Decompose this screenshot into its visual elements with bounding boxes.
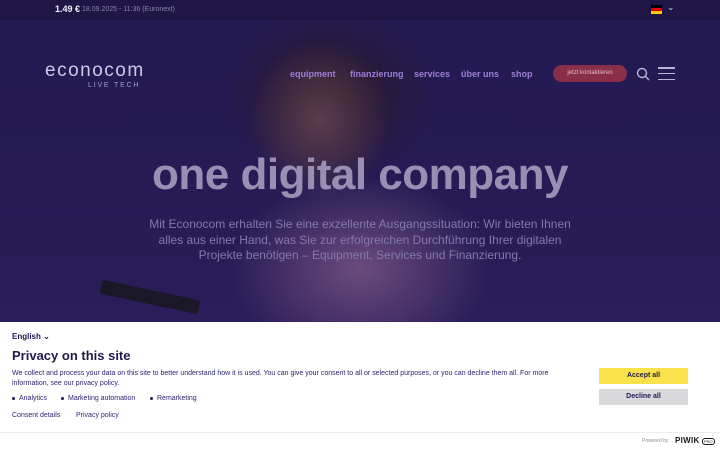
hero-section: econocom LIVE TECH equipment finanzierun… bbox=[0, 20, 720, 322]
privacy-policy-link[interactable]: Privacy policy bbox=[76, 412, 119, 419]
bullet-icon bbox=[12, 396, 15, 400]
consent-banner: English ⌄ Privacy on this site We collec… bbox=[0, 322, 720, 432]
nav-item-services[interactable]: services bbox=[414, 69, 450, 79]
powered-by-label: Powered by bbox=[642, 438, 669, 444]
bullet-icon bbox=[61, 396, 64, 400]
consent-description: We collect and process your data on this… bbox=[12, 370, 549, 387]
accept-all-button[interactable]: Accept all bbox=[599, 368, 688, 384]
stock-ticker-bar: 1.49 € 18.09.2025 - 11:36 (Euronext) ⌄ bbox=[0, 0, 720, 20]
nav-item-finanzierung[interactable]: finanzierung bbox=[350, 69, 404, 79]
hamburger-menu-icon[interactable] bbox=[658, 67, 675, 81]
hero-headline: one digital company bbox=[152, 150, 568, 199]
piwik-pro-badge: PRO bbox=[702, 438, 715, 445]
econocom-logo[interactable]: econocom LIVE TECH bbox=[45, 60, 145, 89]
nav-item-ueber-uns[interactable]: über uns bbox=[461, 69, 499, 79]
purpose-remarketing: Remarketing bbox=[150, 395, 197, 402]
piwik-logo: PIWIK bbox=[675, 436, 700, 445]
german-flag-icon[interactable] bbox=[651, 5, 662, 14]
contact-button[interactable]: jetzt kontaktieren bbox=[553, 65, 627, 82]
nav-item-equipment[interactable]: equipment bbox=[290, 69, 336, 79]
chevron-down-icon[interactable]: ⌄ bbox=[667, 2, 675, 13]
bullet-icon bbox=[150, 396, 153, 400]
purpose-analytics: Analytics bbox=[12, 395, 47, 402]
language-label: English bbox=[12, 332, 41, 341]
language-selector[interactable]: English ⌄ bbox=[12, 332, 50, 341]
nav-item-shop[interactable]: shop bbox=[511, 69, 533, 79]
logo-wordmark: econocom bbox=[45, 60, 145, 81]
stock-timestamp: 18.09.2025 - 11:36 (Euronext) bbox=[82, 6, 175, 13]
search-icon[interactable] bbox=[636, 67, 650, 81]
consent-title: Privacy on this site bbox=[12, 348, 131, 363]
chevron-down-icon: ⌄ bbox=[43, 332, 50, 341]
purpose-marketing-automation: Marketing automation bbox=[61, 395, 135, 402]
consent-details-link[interactable]: Consent details bbox=[12, 412, 60, 419]
consent-footer: Powered by PIWIK PRO bbox=[0, 432, 720, 450]
decline-all-button[interactable]: Decline all bbox=[599, 389, 688, 405]
stock-price: 1.49 € bbox=[55, 4, 81, 14]
logo-tagline: LIVE TECH bbox=[88, 82, 141, 89]
hero-intro-text: Mit Econocom erhalten Sie eine exzellent… bbox=[149, 217, 571, 262]
hero-image-phone bbox=[99, 279, 201, 315]
